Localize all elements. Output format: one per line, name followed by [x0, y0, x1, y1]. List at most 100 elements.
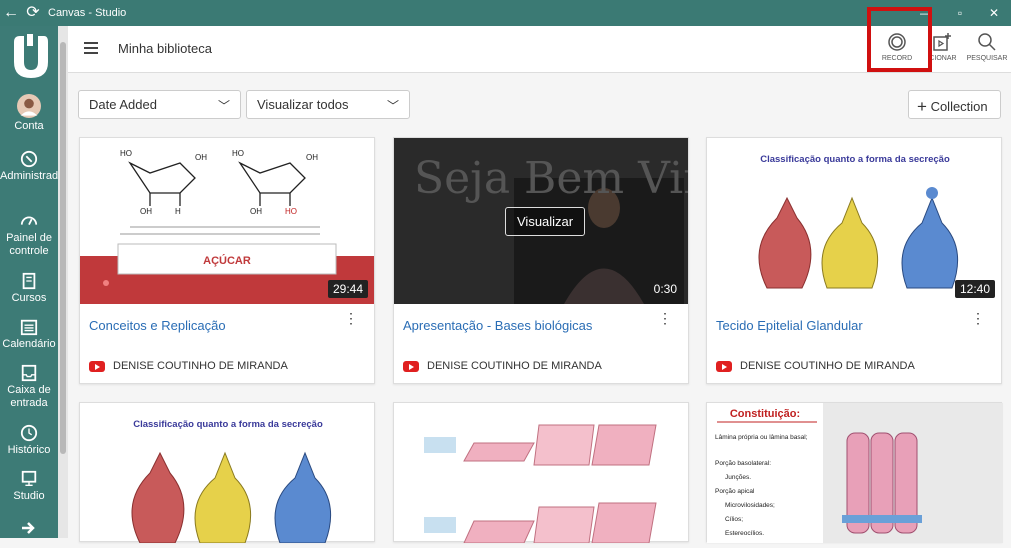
book-icon — [22, 272, 36, 290]
media-title-link[interactable]: Apresentação - Bases biológicas — [403, 318, 592, 333]
media-owner: DENISE COUTINHO DE MIRANDA — [89, 360, 288, 372]
owner-name: DENISE COUTINHO DE MIRANDA — [740, 360, 915, 372]
more-options-icon[interactable]: ⋮ — [658, 311, 672, 325]
svg-text:H: H — [175, 207, 181, 216]
thumbnail-caption: Seja Bem Vindo — [414, 153, 688, 204]
chevron-down-icon: ﹀ — [217, 99, 230, 113]
media-title-link[interactable]: Tecido Epitelial Glandular — [716, 318, 863, 333]
search-button[interactable]: PESQUISAR — [961, 32, 1011, 62]
chevron-down-icon: ﹀ — [386, 99, 399, 113]
search-icon — [978, 33, 996, 51]
media-card[interactable]: HO OH HO OH OH H OH HO AÇÚCAR 29:44 Conc… — [79, 137, 375, 384]
constitution-slide: Constituição: Lâmina própria ou lâmina b… — [707, 403, 1003, 543]
svg-text:HO: HO — [285, 207, 297, 216]
svg-text:OH: OH — [195, 153, 207, 162]
sidebar-item-label: Calendário — [2, 338, 56, 350]
media-card[interactable] — [393, 402, 689, 544]
sidebar-item-calendar[interactable]: Calendário — [0, 318, 58, 351]
global-nav: Conta Administrador Painel de controle C… — [0, 26, 68, 538]
dashboard-icon — [20, 216, 38, 226]
media-owner: DENISE COUTINHO DE MIRANDA — [403, 360, 602, 372]
sidebar-item-studio[interactable]: Studio — [0, 470, 58, 503]
view-filter-select[interactable]: Visualizar todos ﹀ — [246, 90, 410, 119]
sort-select-value: Date Added — [89, 97, 157, 112]
view-select-value: Visualizar todos — [257, 97, 349, 112]
slide-bullet: Microvilosidades; — [725, 502, 775, 509]
slide-bullet: Porção basolateral: — [715, 460, 771, 467]
add-collection-button[interactable]: + Collection — [908, 90, 1001, 119]
calendar-icon — [20, 319, 38, 336]
sort-select[interactable]: Date Added ﹀ — [78, 90, 241, 119]
sidebar-item-courses[interactable]: Cursos — [0, 272, 58, 305]
highlight-box — [867, 7, 932, 72]
svg-text:OH: OH — [250, 207, 262, 216]
search-label: PESQUISAR — [966, 55, 1008, 62]
collection-label: Collection — [930, 99, 988, 114]
more-options-icon[interactable]: ⋮ — [971, 311, 985, 325]
shield-icon — [20, 150, 38, 168]
more-options-icon[interactable]: ⋮ — [344, 311, 358, 325]
slide-bullet: Estereocílios. — [725, 530, 764, 537]
thumbnail-caption: Constituição: — [730, 408, 800, 420]
thumbnail-caption: Classificação quanto a forma da secreção — [760, 154, 950, 165]
svg-text:OH: OH — [306, 153, 318, 162]
slide-bullet: Cílios; — [725, 516, 743, 523]
owner-name: DENISE COUTINHO DE MIRANDA — [113, 360, 288, 372]
plus-icon: + — [917, 97, 927, 116]
svg-text:OH: OH — [140, 207, 152, 216]
avatar — [17, 94, 41, 118]
page-title: Minha biblioteca — [118, 41, 212, 56]
media-title-link[interactable]: Conceitos e Replicação — [89, 318, 226, 333]
maximize-icon[interactable]: ▫ — [943, 0, 977, 26]
svg-text:HO: HO — [232, 149, 244, 158]
duration-badge: 0:30 — [653, 282, 677, 296]
title-bar: ← ⟳ Canvas - Studio — ▫ ✕ — [0, 0, 1011, 26]
gland-diagram: Classificação quanto a forma da secreção — [131, 419, 332, 544]
back-icon[interactable]: ← — [0, 0, 22, 26]
clock-icon — [20, 424, 38, 442]
sidebar-item-inbox[interactable]: Caixa de entrada — [0, 364, 58, 410]
thumbnail-caption: Classificação quanto a forma da secreção — [133, 419, 323, 430]
youtube-icon — [716, 360, 732, 372]
epithelium-types-diagram — [424, 424, 657, 544]
media-thumbnail[interactable]: HO OH HO OH OH H OH HO AÇÚCAR 29:44 — [80, 138, 374, 304]
media-card[interactable]: Constituição: Lâmina própria ou lâmina b… — [706, 402, 1003, 543]
slide-bullet: Junções. — [725, 474, 751, 481]
sidebar-item-label: Histórico — [7, 444, 51, 456]
media-thumbnail[interactable]: Classificação quanto a forma da secreção… — [707, 138, 1001, 304]
thumbnail-caption: AÇÚCAR — [203, 254, 251, 267]
media-card[interactable]: Classificação quanto a forma da secreção — [79, 402, 375, 544]
add-media-icon — [933, 33, 951, 51]
sidebar-item-admin[interactable]: Administrador — [0, 150, 68, 183]
sidebar-item-label: Cursos — [11, 292, 47, 304]
close-icon[interactable]: ✕ — [977, 0, 1011, 26]
owner-name: DENISE COUTINHO DE MIRANDA — [427, 360, 602, 372]
sidebar-item-label: Studio — [13, 490, 45, 502]
logout-icon[interactable] — [20, 520, 38, 536]
hamburger-menu-icon[interactable] — [84, 42, 98, 54]
sidebar-item-label: Painel de controle — [6, 232, 52, 257]
sidebar-item-account[interactable]: Conta — [0, 94, 58, 133]
duration-badge: 12:40 — [954, 280, 995, 298]
media-card[interactable]: Seja Bem Vindo Visualizar 0:30 Apresenta… — [393, 137, 689, 384]
window-title: Canvas - Studio — [48, 7, 127, 19]
studio-icon — [21, 470, 37, 486]
sidebar-item-label: Caixa de entrada — [7, 384, 51, 409]
sidebar-item-history[interactable]: Histórico — [0, 424, 58, 457]
inbox-icon — [21, 364, 37, 382]
svg-text:HO: HO — [120, 149, 132, 158]
slide-bullet: Lâmina própria ou lâmina basal; — [715, 434, 808, 441]
media-thumbnail[interactable]: Seja Bem Vindo Visualizar 0:30 — [394, 138, 688, 304]
canvas-studio-logo[interactable] — [10, 32, 52, 82]
youtube-icon — [89, 360, 105, 372]
refresh-icon[interactable]: ⟳ — [22, 0, 44, 26]
sidebar-item-label: Conta — [14, 120, 44, 132]
sidebar-item-dashboard[interactable]: Painel de controle — [0, 212, 58, 258]
preview-overlay-button[interactable]: Visualizar — [505, 207, 586, 236]
sidebar-scroll-thumb[interactable] — [60, 42, 66, 454]
media-card[interactable]: Classificação quanto a forma da secreção… — [706, 137, 1002, 384]
duration-badge: 29:44 — [327, 280, 368, 298]
slide-bullet: Porção apical — [715, 488, 755, 495]
youtube-icon — [403, 360, 419, 372]
media-owner: DENISE COUTINHO DE MIRANDA — [716, 360, 915, 372]
